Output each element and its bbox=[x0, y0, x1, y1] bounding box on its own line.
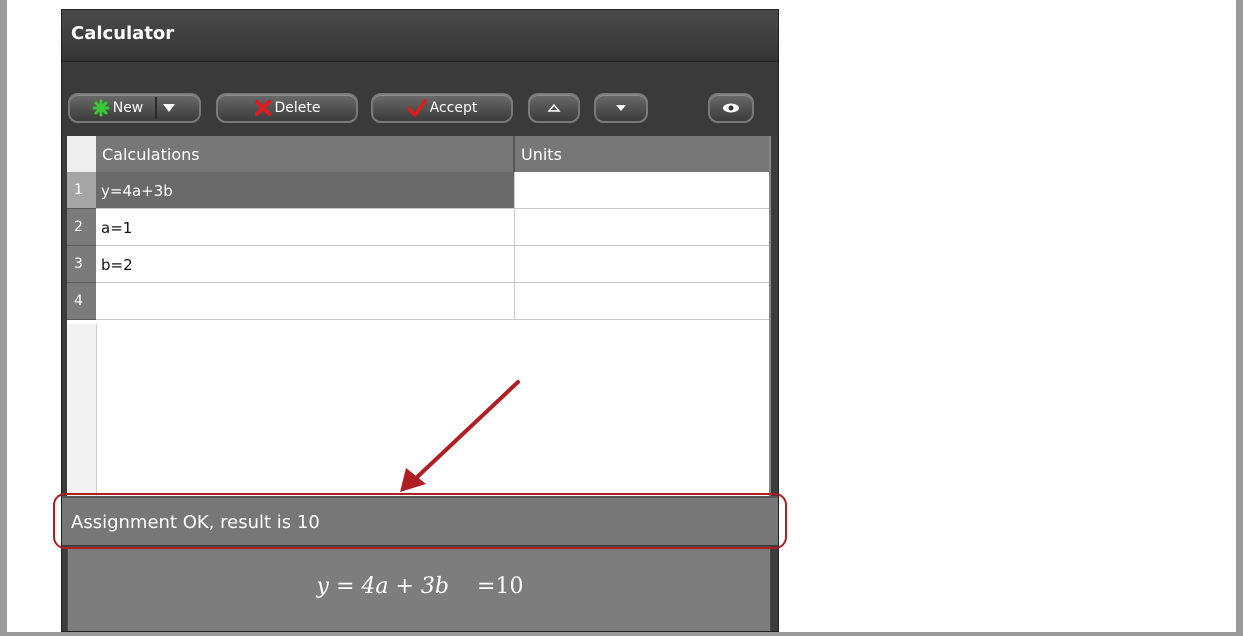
new-button-label: New bbox=[112, 100, 144, 116]
table-cell-calculation[interactable]: b=2 bbox=[96, 246, 515, 283]
calculations-table: Calculations Units 1 y=4a+3b 2 a=1 3 b=2… bbox=[67, 136, 771, 496]
column-header-calculations[interactable]: Calculations bbox=[96, 136, 515, 172]
table-cell-units[interactable] bbox=[515, 246, 771, 283]
row-number[interactable]: 3 bbox=[67, 246, 96, 283]
formula-display: y = 4a + 3b =10 bbox=[68, 574, 772, 599]
row-number[interactable]: 1 bbox=[67, 172, 96, 209]
move-down-button[interactable] bbox=[594, 93, 648, 123]
status-message: Assignment OK, result is 10 bbox=[62, 496, 778, 545]
window-title: Calculator bbox=[71, 23, 175, 44]
table-cell-calculation[interactable] bbox=[96, 283, 515, 320]
calculator-window: Calculator New Delete Accept Calculation… bbox=[61, 9, 779, 632]
eye-icon bbox=[723, 103, 739, 113]
new-button[interactable]: New bbox=[68, 93, 201, 123]
titlebar: Calculator bbox=[62, 10, 778, 62]
formula-result: =10 bbox=[477, 574, 524, 599]
table-cell-units[interactable] bbox=[515, 172, 771, 209]
row-number[interactable]: 4 bbox=[67, 283, 96, 320]
delete-button-label: Delete bbox=[274, 100, 321, 116]
page-border-bottom bbox=[0, 632, 1243, 636]
formula-expression: y = 4a + 3b bbox=[316, 574, 450, 599]
chevron-down-icon[interactable] bbox=[161, 102, 177, 114]
accept-button-label: Accept bbox=[429, 100, 478, 116]
row-header-strip bbox=[67, 324, 97, 496]
view-button[interactable] bbox=[708, 93, 754, 123]
toolbar: New Delete Accept bbox=[62, 62, 778, 136]
move-up-button[interactable] bbox=[528, 93, 580, 123]
table-cell-units[interactable] bbox=[515, 209, 771, 246]
page-border-left bbox=[0, 0, 7, 636]
dropdown-separator bbox=[155, 97, 158, 119]
column-header-units[interactable]: Units bbox=[515, 136, 771, 172]
checkmark-icon bbox=[406, 99, 427, 117]
row-number[interactable]: 2 bbox=[67, 209, 96, 246]
accept-button[interactable]: Accept bbox=[371, 93, 513, 123]
chevron-down-icon bbox=[616, 105, 626, 111]
asterisk-icon bbox=[92, 99, 110, 117]
table-corner bbox=[67, 136, 96, 172]
chevron-up-icon bbox=[547, 103, 561, 112]
table-cell-calculation[interactable]: a=1 bbox=[96, 209, 515, 246]
delete-x-icon bbox=[254, 100, 271, 116]
page-border-right bbox=[1236, 0, 1243, 636]
formula-preview: y = 4a + 3b =10 bbox=[67, 546, 772, 631]
table-cell-units[interactable] bbox=[515, 283, 771, 320]
delete-button[interactable]: Delete bbox=[216, 93, 358, 123]
table-right-edge bbox=[769, 136, 771, 496]
table-cell-calculation[interactable]: y=4a+3b bbox=[96, 172, 515, 209]
